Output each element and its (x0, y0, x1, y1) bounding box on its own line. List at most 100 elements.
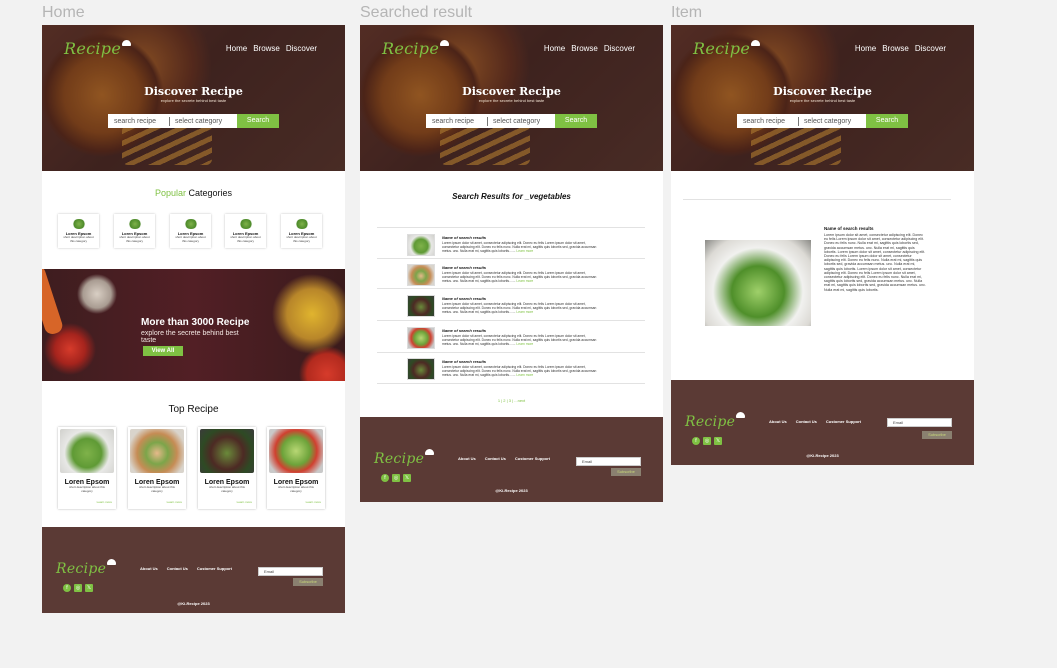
category-select[interactable]: select category (170, 118, 237, 125)
instagram-icon[interactable]: ◎ (392, 474, 400, 482)
logo[interactable]: Recipe (64, 39, 132, 58)
category-card[interactable]: Loren Epsom short description about this … (281, 214, 322, 248)
recipe-card[interactable]: Loren Epsom short description about this … (128, 427, 186, 509)
x-icon[interactable]: 𝕏 (85, 584, 93, 592)
search-input[interactable]: search recipe (737, 116, 799, 126)
footer-links: About Us Contact Us Customer Support (458, 456, 550, 461)
logo[interactable]: Recipe (693, 39, 761, 58)
divider (377, 227, 645, 228)
subscribe-button[interactable]: Subscribe (611, 468, 641, 476)
nav-home[interactable]: Home (544, 44, 565, 53)
chef-hat-icon (122, 40, 132, 46)
email-field[interactable]: Email (887, 418, 952, 427)
learn-more-link[interactable]: Learn more (167, 500, 182, 504)
learn-more-link[interactable]: Learn more (306, 500, 321, 504)
nav-home[interactable]: Home (855, 44, 876, 53)
search-button[interactable]: Search (866, 114, 908, 128)
learn-more-link[interactable]: Learn more (97, 500, 112, 504)
result-item[interactable]: Name of search results Lorem ipsum dolor … (407, 295, 647, 319)
category-select[interactable]: select category (488, 118, 555, 125)
search-button[interactable]: Search (237, 114, 279, 128)
subscribe-button[interactable]: Subscribe (922, 431, 952, 439)
customer-support-link[interactable]: Customer Support (197, 566, 232, 571)
search-button[interactable]: Search (555, 114, 597, 128)
category-card[interactable]: Loren Epsom short description about this … (225, 214, 266, 248)
top-recipe-title: Top Recipe (168, 404, 219, 415)
hero: Recipe Home Browse Discover Discover Rec… (360, 25, 663, 171)
contact-us-link[interactable]: Contact Us (796, 419, 817, 424)
about-us-link[interactable]: About Us (769, 419, 787, 424)
chef-hat-icon (440, 40, 450, 46)
x-icon[interactable]: 𝕏 (714, 437, 722, 445)
category-select[interactable]: select category (799, 118, 866, 125)
customer-support-link[interactable]: Customer Support (515, 456, 550, 461)
facebook-icon[interactable]: f (381, 474, 389, 482)
footer-logo[interactable]: Recipe (685, 412, 746, 430)
instagram-icon[interactable]: ◎ (74, 584, 82, 592)
recipe-card[interactable]: Loren Epsom short description about this … (198, 427, 256, 509)
learn-more-link[interactable]: Learn more (516, 342, 533, 346)
contact-us-link[interactable]: Contact Us (167, 566, 188, 571)
search-bar: search recipe select category Search (737, 114, 908, 128)
about-us-link[interactable]: About Us (458, 456, 476, 461)
learn-more-link[interactable]: Learn more (516, 373, 533, 377)
chef-hat-icon (751, 40, 761, 46)
facebook-icon[interactable]: f (692, 437, 700, 445)
nav-browse[interactable]: Browse (253, 44, 280, 53)
search-input[interactable]: search recipe (426, 116, 488, 126)
customer-support-link[interactable]: Customer Support (826, 419, 861, 424)
top-nav: Home Browse Discover (544, 44, 635, 53)
nav-discover[interactable]: Discover (604, 44, 635, 53)
learn-more-link[interactable]: Learn more (516, 249, 533, 253)
view-all-button[interactable]: View All (143, 346, 183, 356)
recipe-card[interactable]: Loren Epsom short description about this … (267, 427, 325, 509)
result-thumbnail (407, 295, 435, 317)
recipe-card[interactable]: Loren Epsom short description about this … (58, 427, 116, 509)
facebook-icon[interactable]: f (63, 584, 71, 592)
divider (377, 288, 645, 289)
hero-title: Discover Recipe (462, 85, 561, 98)
top-nav: Home Browse Discover (855, 44, 946, 53)
promo-banner: More than 3000 Recipe explore the secret… (42, 269, 345, 381)
result-item[interactable]: Name of search results Lorem ipsum dolor … (407, 358, 647, 382)
search-input[interactable]: search recipe (108, 116, 170, 126)
result-item[interactable]: Name of search results Lorem ipsum dolor … (407, 327, 647, 351)
footer-logo[interactable]: Recipe (56, 559, 117, 577)
result-item[interactable]: Name of search results Lorem ipsum dolor … (407, 234, 647, 258)
hero-subtitle: explore the secrete behind best taste (789, 98, 856, 103)
results-title: Search Results for _vegetables (452, 192, 571, 201)
learn-more-link[interactable]: Learn more (237, 500, 252, 504)
result-item[interactable]: Name of search results Lorem ipsum dolor … (407, 264, 647, 288)
nav-home[interactable]: Home (226, 44, 247, 53)
category-card[interactable]: Loren Epsom short description about this … (58, 214, 99, 248)
hero-title: Discover Recipe (773, 85, 872, 98)
logo[interactable]: Recipe (382, 39, 450, 58)
social-links: f ◎ 𝕏 (63, 584, 93, 592)
vegetable-icon (183, 219, 198, 229)
about-us-link[interactable]: About Us (140, 566, 158, 571)
subscribe-button[interactable]: Subscribe (293, 578, 323, 586)
nav-browse[interactable]: Browse (882, 44, 909, 53)
instagram-icon[interactable]: ◎ (703, 437, 711, 445)
copyright: @Ki-Recipe 2023 (806, 453, 839, 458)
learn-more-link[interactable]: Learn more (516, 310, 533, 314)
result-thumbnail (407, 358, 435, 380)
frame-label-searched: Searched result (360, 4, 473, 21)
pagination[interactable]: 1 | 2 | 3 | ...next (360, 398, 663, 403)
vegetable-icon (294, 219, 309, 229)
x-icon[interactable]: 𝕏 (403, 474, 411, 482)
footer-logo[interactable]: Recipe (374, 449, 435, 467)
recipe-image (200, 429, 254, 473)
category-card[interactable]: Loren Epsom short description about this … (114, 214, 155, 248)
nav-discover[interactable]: Discover (286, 44, 317, 53)
vegetable-icon (127, 219, 142, 229)
learn-more-link[interactable]: Learn more (516, 279, 533, 283)
email-field[interactable]: Email (258, 567, 323, 576)
nav-browse[interactable]: Browse (571, 44, 598, 53)
recipe-image (269, 429, 323, 473)
category-card[interactable]: Loren Epsom short description about this … (170, 214, 211, 248)
contact-us-link[interactable]: Contact Us (485, 456, 506, 461)
email-field[interactable]: Email (576, 457, 641, 466)
nav-discover[interactable]: Discover (915, 44, 946, 53)
chef-hat-icon (425, 449, 435, 455)
